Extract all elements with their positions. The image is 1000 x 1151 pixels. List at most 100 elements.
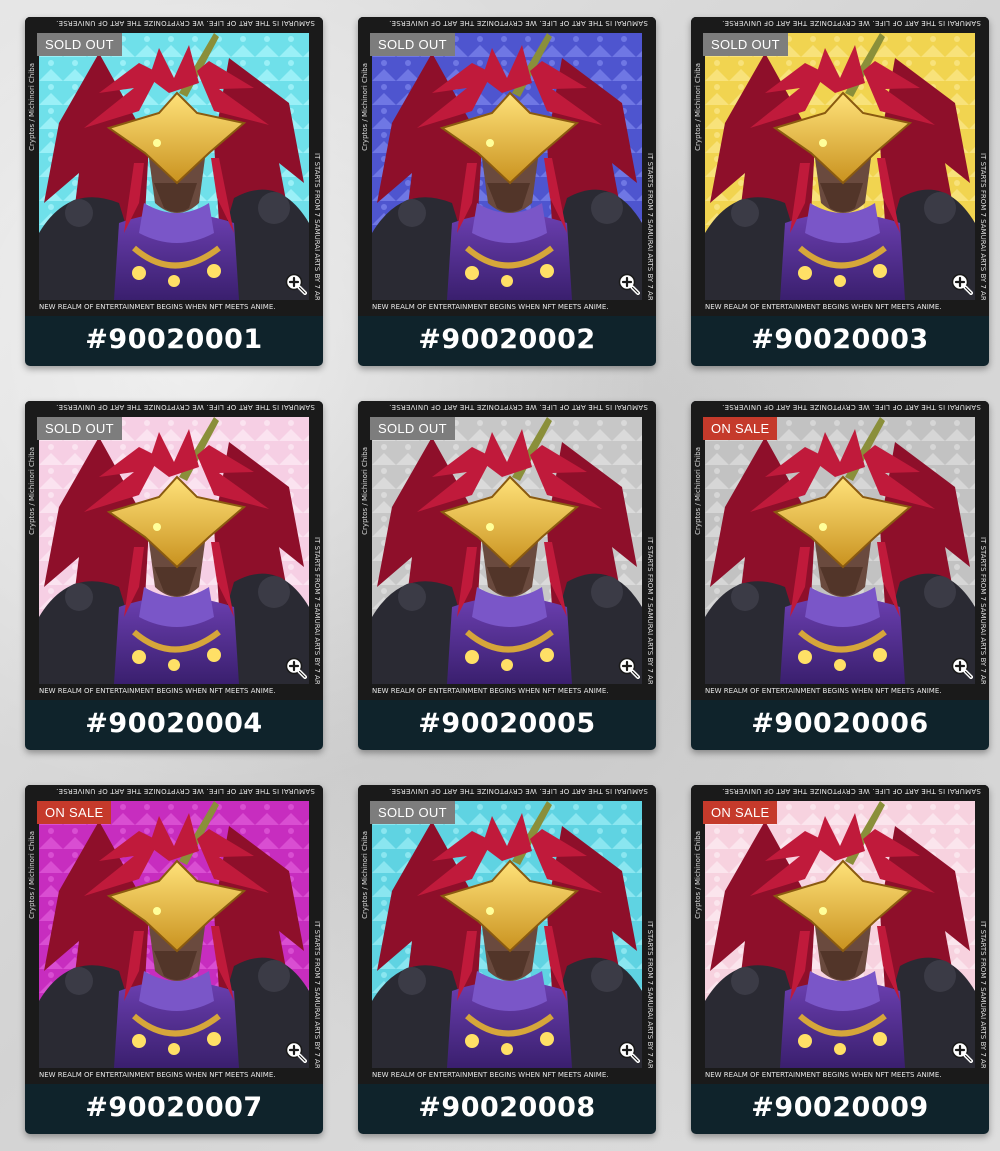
frame-side-text: IT STARTS FROM 7 SAMURAI ARTS BY 7 ARTIS…: [646, 537, 654, 700]
token-id[interactable]: #90020008: [358, 1084, 656, 1134]
zoom-in-icon[interactable]: [618, 1041, 640, 1063]
nft-artwork[interactable]: SAMURAI IS THE ART OF LIFE. WE CRYPTONIZ…: [691, 401, 989, 700]
status-badge: ON SALE: [703, 417, 778, 440]
nft-card[interactable]: SAMURAI IS THE ART OF LIFE. WE CRYPTONIZ…: [358, 401, 656, 750]
zoom-in-icon[interactable]: [285, 1041, 307, 1063]
status-badge: SOLD OUT: [703, 33, 788, 56]
frame-right: IT STARTS FROM 7 SAMURAI ARTS BY 7 ARTIS…: [975, 417, 989, 700]
token-id[interactable]: #90020005: [358, 700, 656, 750]
frame-side-text: IT STARTS FROM 7 SAMURAI ARTS BY 7 ARTIS…: [313, 153, 321, 316]
nft-artwork[interactable]: SAMURAI IS THE ART OF LIFE. WE CRYPTONIZ…: [25, 785, 323, 1084]
zoom-in-icon[interactable]: [618, 657, 640, 679]
frame-right: IT STARTS FROM 7 SAMURAI ARTS BY 7 ARTIS…: [642, 417, 656, 700]
token-id[interactable]: #90020002: [358, 316, 656, 366]
frame-bottom: NEW REALM OF ENTERTAINMENT BEGINS WHEN N…: [25, 684, 323, 700]
nft-card[interactable]: SAMURAI IS THE ART OF LIFE. WE CRYPTONIZ…: [25, 785, 323, 1134]
frame-left: Cryptos / Michinori Chiba: [25, 417, 39, 700]
nft-artwork[interactable]: SAMURAI IS THE ART OF LIFE. WE CRYPTONIZ…: [25, 17, 323, 316]
frame-right: IT STARTS FROM 7 SAMURAI ARTS BY 7 ARTIS…: [309, 417, 323, 700]
token-id[interactable]: #90020007: [25, 1084, 323, 1134]
artwork-image: [372, 33, 642, 300]
nft-card[interactable]: SAMURAI IS THE ART OF LIFE. WE CRYPTONIZ…: [691, 401, 989, 750]
frame-left-text: Cryptos / Michinori Chiba: [361, 831, 369, 919]
frame-side-text: IT STARTS FROM 7 SAMURAI ARTS BY 7 ARTIS…: [646, 921, 654, 1084]
nft-card[interactable]: SAMURAI IS THE ART OF LIFE. WE CRYPTONIZ…: [358, 785, 656, 1134]
frame-bottom: NEW REALM OF ENTERTAINMENT BEGINS WHEN N…: [691, 684, 989, 700]
frame-bottom: NEW REALM OF ENTERTAINMENT BEGINS WHEN N…: [25, 1068, 323, 1084]
frame-right: IT STARTS FROM 7 SAMURAI ARTS BY 7 ARTIS…: [309, 801, 323, 1084]
frame-bottom: NEW REALM OF ENTERTAINMENT BEGINS WHEN N…: [25, 300, 323, 316]
frame-top: SAMURAI IS THE ART OF LIFE. WE CRYPTONIZ…: [358, 17, 656, 33]
frame-top: SAMURAI IS THE ART OF LIFE. WE CRYPTONIZ…: [691, 785, 989, 801]
token-id[interactable]: #90020006: [691, 700, 989, 750]
nft-artwork[interactable]: SAMURAI IS THE ART OF LIFE. WE CRYPTONIZ…: [358, 785, 656, 1084]
zoom-in-icon[interactable]: [285, 273, 307, 295]
nft-card-grid: SAMURAI IS THE ART OF LIFE. WE CRYPTONIZ…: [0, 0, 1000, 1151]
frame-left: Cryptos / Michinori Chiba: [25, 801, 39, 1084]
frame-top-text: SAMURAI IS THE ART OF LIFE. WE CRYPTONIZ…: [56, 403, 315, 411]
frame-right: IT STARTS FROM 7 SAMURAI ARTS BY 7 ARTIS…: [642, 33, 656, 316]
frame-top-text: SAMURAI IS THE ART OF LIFE. WE CRYPTONIZ…: [56, 19, 315, 27]
frame-bottom-text: NEW REALM OF ENTERTAINMENT BEGINS WHEN N…: [705, 687, 942, 695]
status-badge: SOLD OUT: [370, 33, 455, 56]
frame-left: Cryptos / Michinori Chiba: [358, 33, 372, 316]
zoom-in-icon[interactable]: [951, 657, 973, 679]
nft-card[interactable]: SAMURAI IS THE ART OF LIFE. WE CRYPTONIZ…: [25, 17, 323, 366]
frame-right: IT STARTS FROM 7 SAMURAI ARTS BY 7 ARTIS…: [642, 801, 656, 1084]
frame-bottom: NEW REALM OF ENTERTAINMENT BEGINS WHEN N…: [358, 684, 656, 700]
frame-left: Cryptos / Michinori Chiba: [691, 801, 705, 1084]
frame-right: IT STARTS FROM 7 SAMURAI ARTS BY 7 ARTIS…: [975, 801, 989, 1084]
frame-top: SAMURAI IS THE ART OF LIFE. WE CRYPTONIZ…: [691, 401, 989, 417]
frame-top-text: SAMURAI IS THE ART OF LIFE. WE CRYPTONIZ…: [722, 19, 981, 27]
nft-card[interactable]: SAMURAI IS THE ART OF LIFE. WE CRYPTONIZ…: [691, 785, 989, 1134]
nft-artwork[interactable]: SAMURAI IS THE ART OF LIFE. WE CRYPTONIZ…: [358, 401, 656, 700]
frame-side-text: IT STARTS FROM 7 SAMURAI ARTS BY 7 ARTIS…: [979, 153, 987, 316]
frame-top: SAMURAI IS THE ART OF LIFE. WE CRYPTONIZ…: [358, 401, 656, 417]
token-id[interactable]: #90020009: [691, 1084, 989, 1134]
frame-top-text: SAMURAI IS THE ART OF LIFE. WE CRYPTONIZ…: [722, 403, 981, 411]
token-id[interactable]: #90020003: [691, 316, 989, 366]
status-badge: ON SALE: [37, 801, 112, 824]
frame-top-text: SAMURAI IS THE ART OF LIFE. WE CRYPTONIZ…: [56, 787, 315, 795]
token-id[interactable]: #90020004: [25, 700, 323, 750]
artwork-image: [372, 801, 642, 1068]
frame-side-text: IT STARTS FROM 7 SAMURAI ARTS BY 7 ARTIS…: [646, 153, 654, 316]
frame-side-text: IT STARTS FROM 7 SAMURAI ARTS BY 7 ARTIS…: [979, 921, 987, 1084]
frame-top-text: SAMURAI IS THE ART OF LIFE. WE CRYPTONIZ…: [389, 403, 648, 411]
status-badge: SOLD OUT: [370, 801, 455, 824]
zoom-in-icon[interactable]: [618, 273, 640, 295]
frame-top: SAMURAI IS THE ART OF LIFE. WE CRYPTONIZ…: [358, 785, 656, 801]
frame-top: SAMURAI IS THE ART OF LIFE. WE CRYPTONIZ…: [25, 785, 323, 801]
frame-left-text: Cryptos / Michinori Chiba: [694, 63, 702, 151]
frame-bottom-text: NEW REALM OF ENTERTAINMENT BEGINS WHEN N…: [372, 303, 609, 311]
zoom-in-icon[interactable]: [285, 657, 307, 679]
zoom-in-icon[interactable]: [951, 273, 973, 295]
frame-right: IT STARTS FROM 7 SAMURAI ARTS BY 7 ARTIS…: [309, 33, 323, 316]
nft-artwork[interactable]: SAMURAI IS THE ART OF LIFE. WE CRYPTONIZ…: [358, 17, 656, 316]
artwork-image: [39, 801, 309, 1068]
frame-left: Cryptos / Michinori Chiba: [358, 417, 372, 700]
frame-left-text: Cryptos / Michinori Chiba: [361, 63, 369, 151]
token-id[interactable]: #90020001: [25, 316, 323, 366]
frame-left-text: Cryptos / Michinori Chiba: [694, 831, 702, 919]
frame-bottom: NEW REALM OF ENTERTAINMENT BEGINS WHEN N…: [358, 1068, 656, 1084]
nft-card[interactable]: SAMURAI IS THE ART OF LIFE. WE CRYPTONIZ…: [358, 17, 656, 366]
frame-right: IT STARTS FROM 7 SAMURAI ARTS BY 7 ARTIS…: [975, 33, 989, 316]
frame-left-text: Cryptos / Michinori Chiba: [28, 831, 36, 919]
frame-top: SAMURAI IS THE ART OF LIFE. WE CRYPTONIZ…: [691, 17, 989, 33]
nft-card[interactable]: SAMURAI IS THE ART OF LIFE. WE CRYPTONIZ…: [25, 401, 323, 750]
frame-left: Cryptos / Michinori Chiba: [25, 33, 39, 316]
nft-artwork[interactable]: SAMURAI IS THE ART OF LIFE. WE CRYPTONIZ…: [691, 17, 989, 316]
nft-artwork[interactable]: SAMURAI IS THE ART OF LIFE. WE CRYPTONIZ…: [25, 401, 323, 700]
frame-left-text: Cryptos / Michinori Chiba: [28, 447, 36, 535]
frame-left: Cryptos / Michinori Chiba: [691, 33, 705, 316]
frame-left-text: Cryptos / Michinori Chiba: [694, 447, 702, 535]
frame-top-text: SAMURAI IS THE ART OF LIFE. WE CRYPTONIZ…: [722, 787, 981, 795]
artwork-image: [705, 33, 975, 300]
status-badge: SOLD OUT: [37, 417, 122, 440]
zoom-in-icon[interactable]: [951, 1041, 973, 1063]
status-badge: ON SALE: [703, 801, 778, 824]
frame-bottom-text: NEW REALM OF ENTERTAINMENT BEGINS WHEN N…: [705, 1071, 942, 1079]
nft-artwork[interactable]: SAMURAI IS THE ART OF LIFE. WE CRYPTONIZ…: [691, 785, 989, 1084]
nft-card[interactable]: SAMURAI IS THE ART OF LIFE. WE CRYPTONIZ…: [691, 17, 989, 366]
